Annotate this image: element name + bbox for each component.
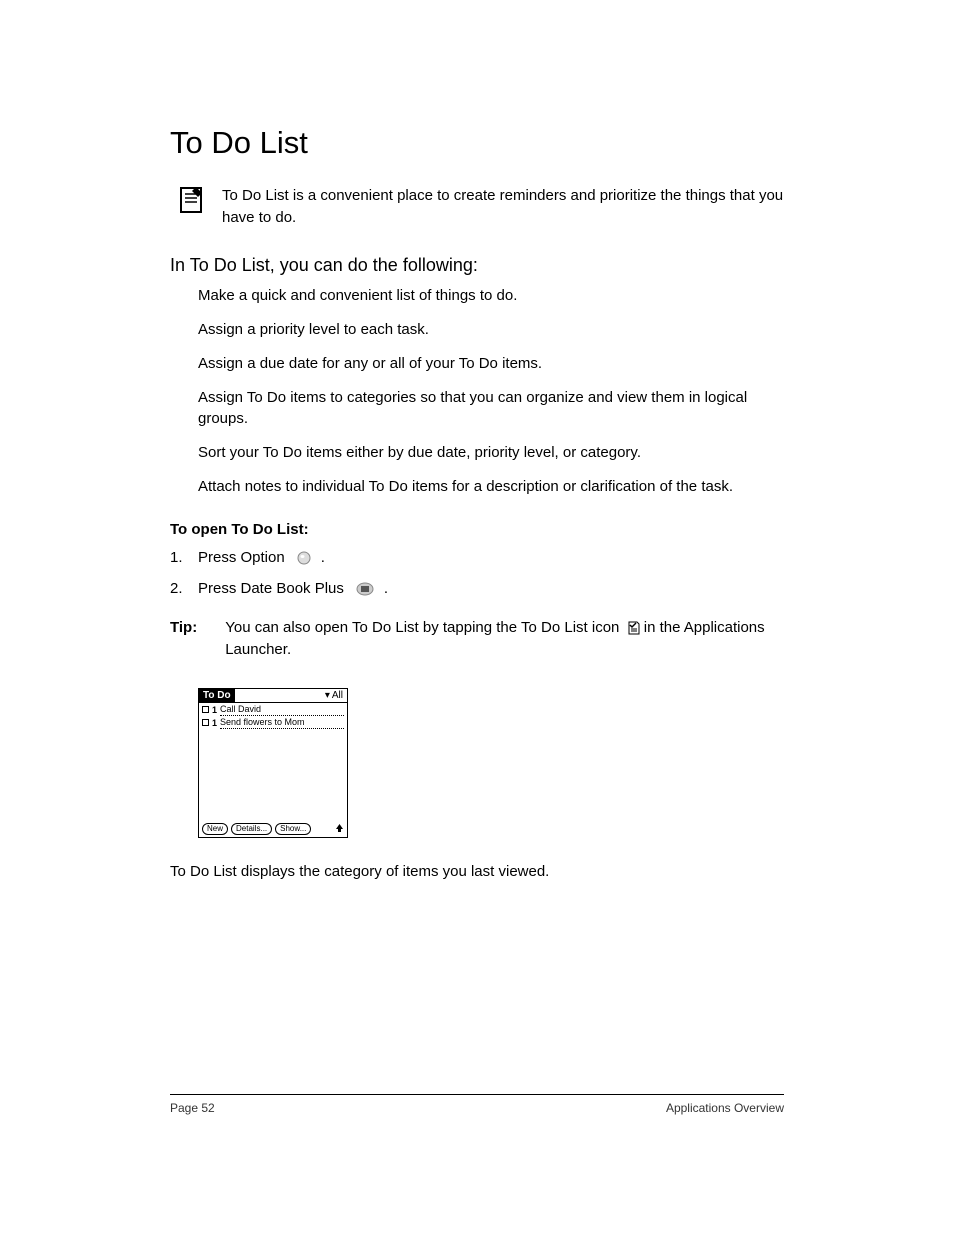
tip-body: You can also open To Do List by tapping … — [225, 617, 784, 661]
mock-header: To Do ▾ All — [199, 689, 347, 703]
scroll-up-icon[interactable] — [335, 823, 344, 835]
open-heading: To open To Do List: — [170, 521, 784, 538]
checkbox-icon[interactable] — [202, 706, 209, 713]
mock-priority: 1 — [212, 717, 217, 729]
mock-item-text: Send flowers to Mom — [220, 716, 344, 729]
step-number: 2. — [170, 579, 188, 599]
mock-category-selector[interactable]: ▾ All — [321, 689, 347, 702]
step-text: Press Option — [198, 548, 285, 568]
feature-item: Sort your To Do items either by due date… — [198, 443, 784, 463]
datebook-button-icon — [356, 582, 374, 596]
step-period: . — [384, 579, 388, 599]
mock-new-button[interactable]: New — [202, 823, 228, 835]
feature-item: Assign a priority level to each task. — [198, 320, 784, 340]
mock-category-label: All — [332, 690, 343, 701]
features-heading: In To Do List, you can do the following: — [170, 255, 784, 276]
screenshot-caption: To Do List displays the category of item… — [170, 862, 784, 882]
page-title: To Do List — [170, 125, 784, 161]
intro-text: To Do List is a convenient place to crea… — [222, 185, 784, 229]
mock-body: 1 Call David 1 Send flowers to Mom — [199, 703, 347, 823]
step-period: . — [321, 548, 325, 568]
features-list: Make a quick and convenient list of thin… — [170, 286, 784, 498]
step-text: Press Date Book Plus — [198, 579, 344, 599]
todo-app-screenshot: To Do ▾ All 1 Call David 1 Send flowers … — [198, 688, 348, 838]
step-number: 1. — [170, 548, 188, 568]
feature-item: Assign To Do items to categories so that… — [198, 388, 784, 429]
feature-item: Assign a due date for any or all of your… — [198, 354, 784, 374]
checkbox-icon[interactable] — [202, 719, 209, 726]
steps-list: 1. Press Option . 2. Press Date Book Plu… — [170, 548, 784, 599]
mock-app-title: To Do — [199, 689, 235, 702]
intro-block: To Do List is a convenient place to crea… — [170, 185, 784, 229]
tip-block: Tip: You can also open To Do List by tap… — [170, 617, 784, 661]
step-row: 1. Press Option . — [170, 548, 784, 568]
mock-details-button[interactable]: Details... — [231, 823, 272, 835]
notepad-icon — [178, 185, 204, 215]
page-number: Page 52 — [170, 1101, 215, 1115]
section-title: Applications Overview — [666, 1101, 784, 1115]
dropdown-triangle-icon: ▾ — [325, 690, 330, 701]
tip-text-pre: You can also open To Do List by tapping … — [225, 619, 619, 636]
mock-footer: New Details... Show... — [199, 823, 347, 837]
mock-priority: 1 — [212, 704, 217, 716]
mock-show-button[interactable]: Show... — [275, 823, 311, 835]
page-footer: Page 52 Applications Overview — [170, 1094, 784, 1115]
option-button-icon — [297, 551, 311, 565]
todo-app-icon — [626, 621, 640, 635]
feature-item: Attach notes to individual To Do items f… — [198, 477, 784, 497]
tip-label: Tip: — [170, 617, 197, 661]
feature-item: Make a quick and convenient list of thin… — [198, 286, 784, 306]
mock-item-text: Call David — [220, 703, 344, 716]
step-row: 2. Press Date Book Plus . — [170, 579, 784, 599]
mock-todo-item[interactable]: 1 Send flowers to Mom — [199, 716, 347, 729]
mock-todo-item[interactable]: 1 Call David — [199, 703, 347, 716]
